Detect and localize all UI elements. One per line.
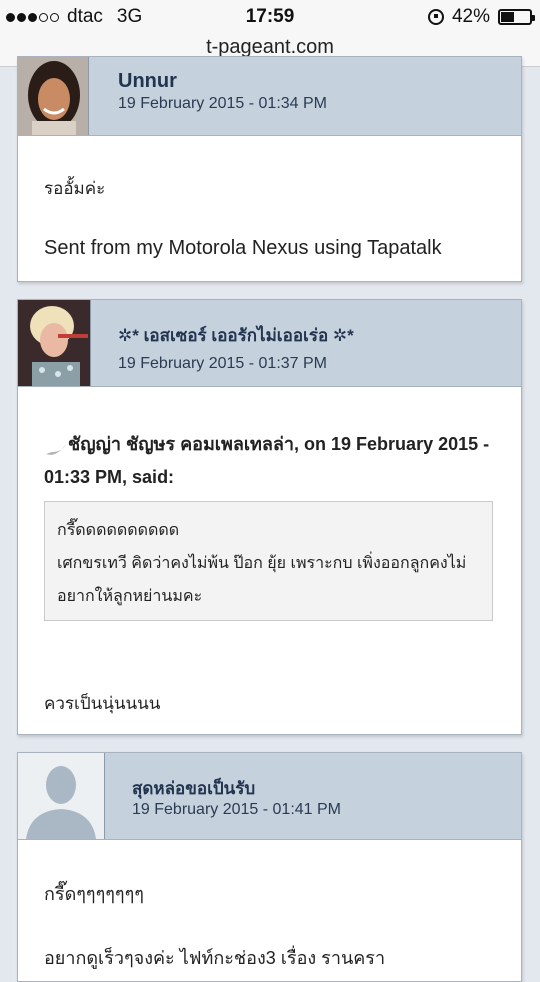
quote-line: กรี๊ดดดดดดดดดด — [57, 522, 180, 539]
url-text: t-pageant.com — [206, 36, 334, 58]
quote-box: กรี๊ดดดดดดดดดด เศกขรเทวี คิดว่าคงไม่พ้น … — [44, 501, 493, 621]
post-date: 19 February 2015 - 01:37 PM — [118, 355, 328, 372]
post-header: สุดหล่อขอเป็นรับ 19 February 2015 - 01:4… — [18, 753, 521, 840]
avatar[interactable] — [18, 57, 89, 135]
post-username[interactable]: สุดหล่อขอเป็นรับ — [132, 775, 255, 802]
forum-post: ✲* เอสเซอร์ เออรักไม่เออเร่อ ✲* 19 Febru… — [17, 299, 522, 735]
forum-post: สุดหล่อขอเป็นรับ 19 February 2015 - 01:4… — [17, 752, 522, 982]
post-username[interactable]: Unnur — [118, 70, 177, 93]
default-avatar-icon[interactable] — [18, 753, 105, 839]
post-text: รออั้มค่ะ — [44, 179, 106, 198]
post-header: ✲* เอสเซอร์ เออรักไม่เออเร่อ ✲* 19 Febru… — [18, 300, 521, 387]
post-date: 19 February 2015 - 01:34 PM — [118, 95, 328, 112]
quote-attribution: ชัญญ่า ชัญษร คอมเพลเทลล่า, on 19 Februar… — [44, 428, 504, 494]
battery-icon — [498, 9, 535, 25]
quote-line: อยากให้ลูกหย่านมคะ — [57, 588, 203, 605]
quote-icon — [44, 436, 68, 456]
quote-attribution-text: ชัญญ่า ชัญษร คอมเพลเทลล่า, on 19 Februar… — [44, 434, 490, 487]
status-right: 42% — [427, 6, 535, 28]
avatar[interactable] — [18, 300, 91, 386]
battery-percent: 42% — [451, 6, 490, 27]
quote-line: เศกขรเทวี คิดว่าคงไม่พ้น ป๊อก ยุ้ย เพราะ… — [57, 555, 467, 572]
post-text: ควรเป็นนุ่นนนน — [44, 694, 161, 713]
post-username[interactable]: ✲* เอสเซอร์ เออรักไม่เออเร่อ ✲* — [118, 322, 354, 349]
status-bar: dtac 3G 17:59 42% — [0, 0, 540, 36]
post-text: อยากดูเร็วๆจงค่ะ ไฟท์กะช่อง3 เรื่อง รานค… — [44, 948, 386, 968]
post-header: Unnur 19 February 2015 - 01:34 PM — [18, 57, 521, 136]
post-date: 19 February 2015 - 01:41 PM — [132, 801, 342, 818]
rotation-lock-icon — [427, 9, 444, 25]
post-signature: Sent from my Motorola Nexus using Tapata… — [44, 237, 442, 259]
post-text: กรี๊ดๆๆๆๆๆๆๆ — [44, 884, 144, 904]
forum-post: Unnur 19 February 2015 - 01:34 PM รออั้ม… — [17, 56, 522, 282]
